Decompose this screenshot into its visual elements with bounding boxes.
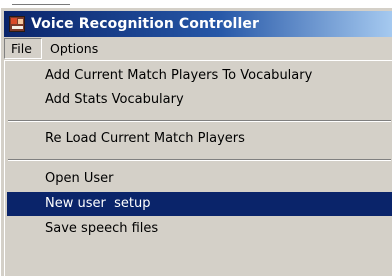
menu-item-save-speech-files[interactable]: Save speech files [7,217,392,241]
menu-item-open-user[interactable]: Open User [7,167,392,191]
menu-item-reload-match-players[interactable]: Re Load Current Match Players [7,127,392,151]
menu-bar: File Options [4,38,392,59]
window-title: Voice Recognition Controller [31,16,259,32]
menu-separator [8,159,391,161]
background-window-edge [12,4,70,5]
menu-item-add-current-match-players[interactable]: Add Current Match Players To Vocabulary [7,64,392,88]
menu-options[interactable]: Options [44,38,104,59]
file-dropdown-menu: Add Current Match Players To Vocabulary … [4,60,392,276]
app-icon[interactable] [9,16,25,32]
app-icon-part [11,18,17,24]
menu-separator [8,120,391,122]
app-window: Voice Recognition Controller File Option… [0,8,392,276]
menu-item-new-user-setup[interactable]: New user setup [7,192,392,216]
app-icon-part [12,26,23,29]
menu-item-add-stats-vocabulary[interactable]: Add Stats Vocabulary [7,88,392,112]
title-bar[interactable]: Voice Recognition Controller [4,11,392,37]
app-icon-part [18,19,23,24]
menu-file[interactable]: File [4,38,42,59]
